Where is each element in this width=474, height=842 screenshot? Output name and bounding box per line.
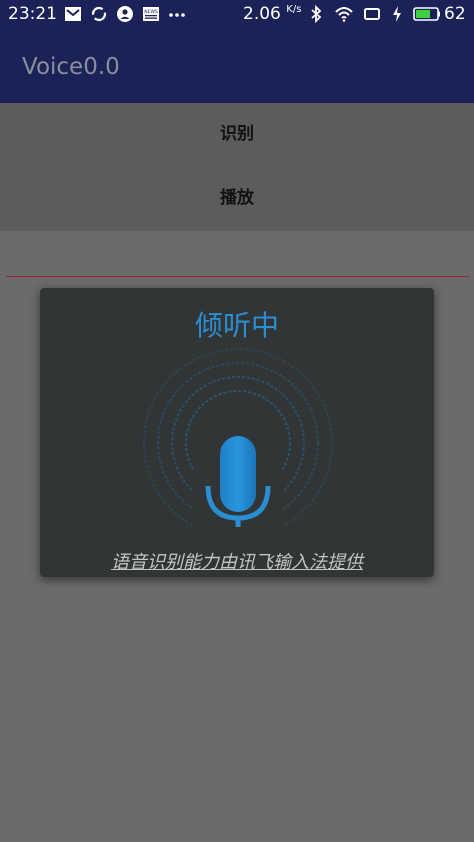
microphone-icon (143, 348, 333, 533)
battery-icon (413, 7, 440, 21)
listening-heading: 倾听中 (194, 309, 279, 342)
network-speed-unit: K/s (286, 4, 302, 15)
status-bar: 23:21 NEWS 2.06 K/s 62 (0, 0, 474, 30)
recognize-button[interactable]: 识别 (0, 103, 474, 165)
mail-icon (65, 7, 81, 21)
account-icon (117, 6, 133, 22)
app-title: Voice0.0 (22, 54, 120, 80)
notification-icons: NEWS (64, 5, 186, 23)
bluetooth-icon (311, 5, 322, 23)
voice-recognition-dialog: 倾听中 语音识别能力由讯飞输入法提供 (40, 288, 434, 577)
news-icon-label: NEWS (144, 9, 158, 15)
sync-icon (91, 6, 107, 22)
button-area: 识别 播放 (0, 103, 474, 231)
network-speed-value: 2.06 (243, 4, 281, 24)
cast-icon (364, 8, 380, 20)
app-bar: Voice0.0 (0, 30, 474, 103)
battery-percent: 62 (444, 4, 466, 24)
network-speed: 2.06 K/s (243, 4, 301, 24)
wifi-icon (335, 7, 353, 22)
divider-line (6, 276, 469, 277)
status-time: 23:21 (8, 4, 57, 24)
play-button[interactable]: 播放 (0, 167, 474, 229)
iflytek-credit-link[interactable]: 语音识别能力由讯飞输入法提供 (40, 548, 434, 574)
more-dots-icon (169, 13, 185, 17)
system-icons (307, 5, 441, 23)
charging-icon (393, 6, 401, 22)
news-icon: NEWS (143, 7, 159, 21)
